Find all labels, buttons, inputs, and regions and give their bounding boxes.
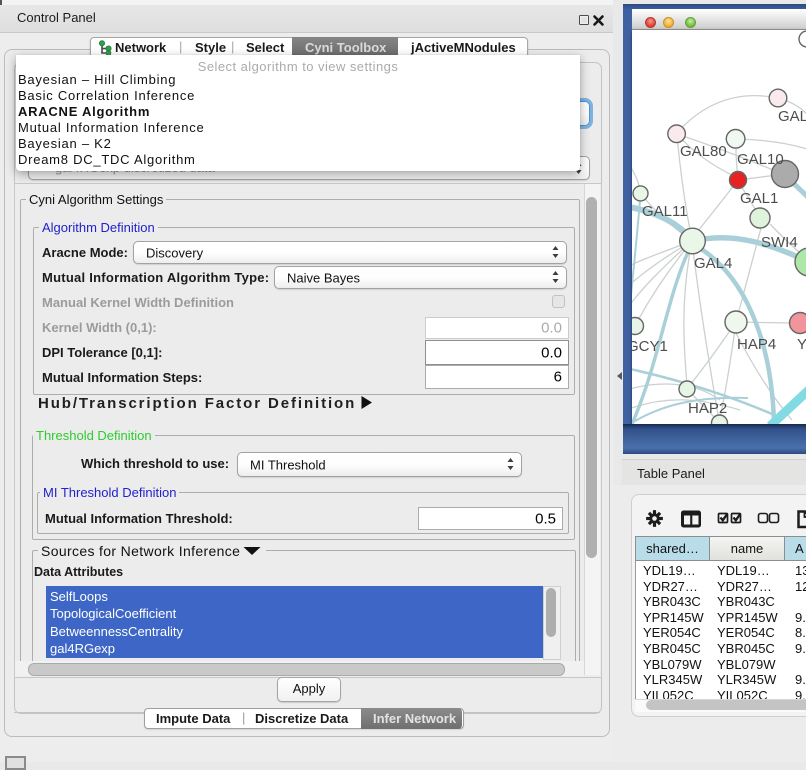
svg-text:GAL4: GAL4 — [694, 255, 732, 272]
svg-text:HAP2: HAP2 — [688, 400, 727, 417]
svg-text:GAL1: GAL1 — [740, 190, 778, 207]
svg-text:GCY1: GCY1 — [632, 338, 668, 355]
svg-text:GAL10: GAL10 — [737, 151, 784, 168]
svg-text:GAL2: GAL2 — [778, 108, 806, 125]
svg-text:SWI4: SWI4 — [761, 234, 798, 251]
svg-text:GAL80: GAL80 — [680, 143, 727, 160]
svg-text:GAL11: GAL11 — [642, 203, 688, 220]
svg-text:HAP4: HAP4 — [737, 336, 776, 353]
svg-text:YJ: YJ — [797, 336, 806, 353]
